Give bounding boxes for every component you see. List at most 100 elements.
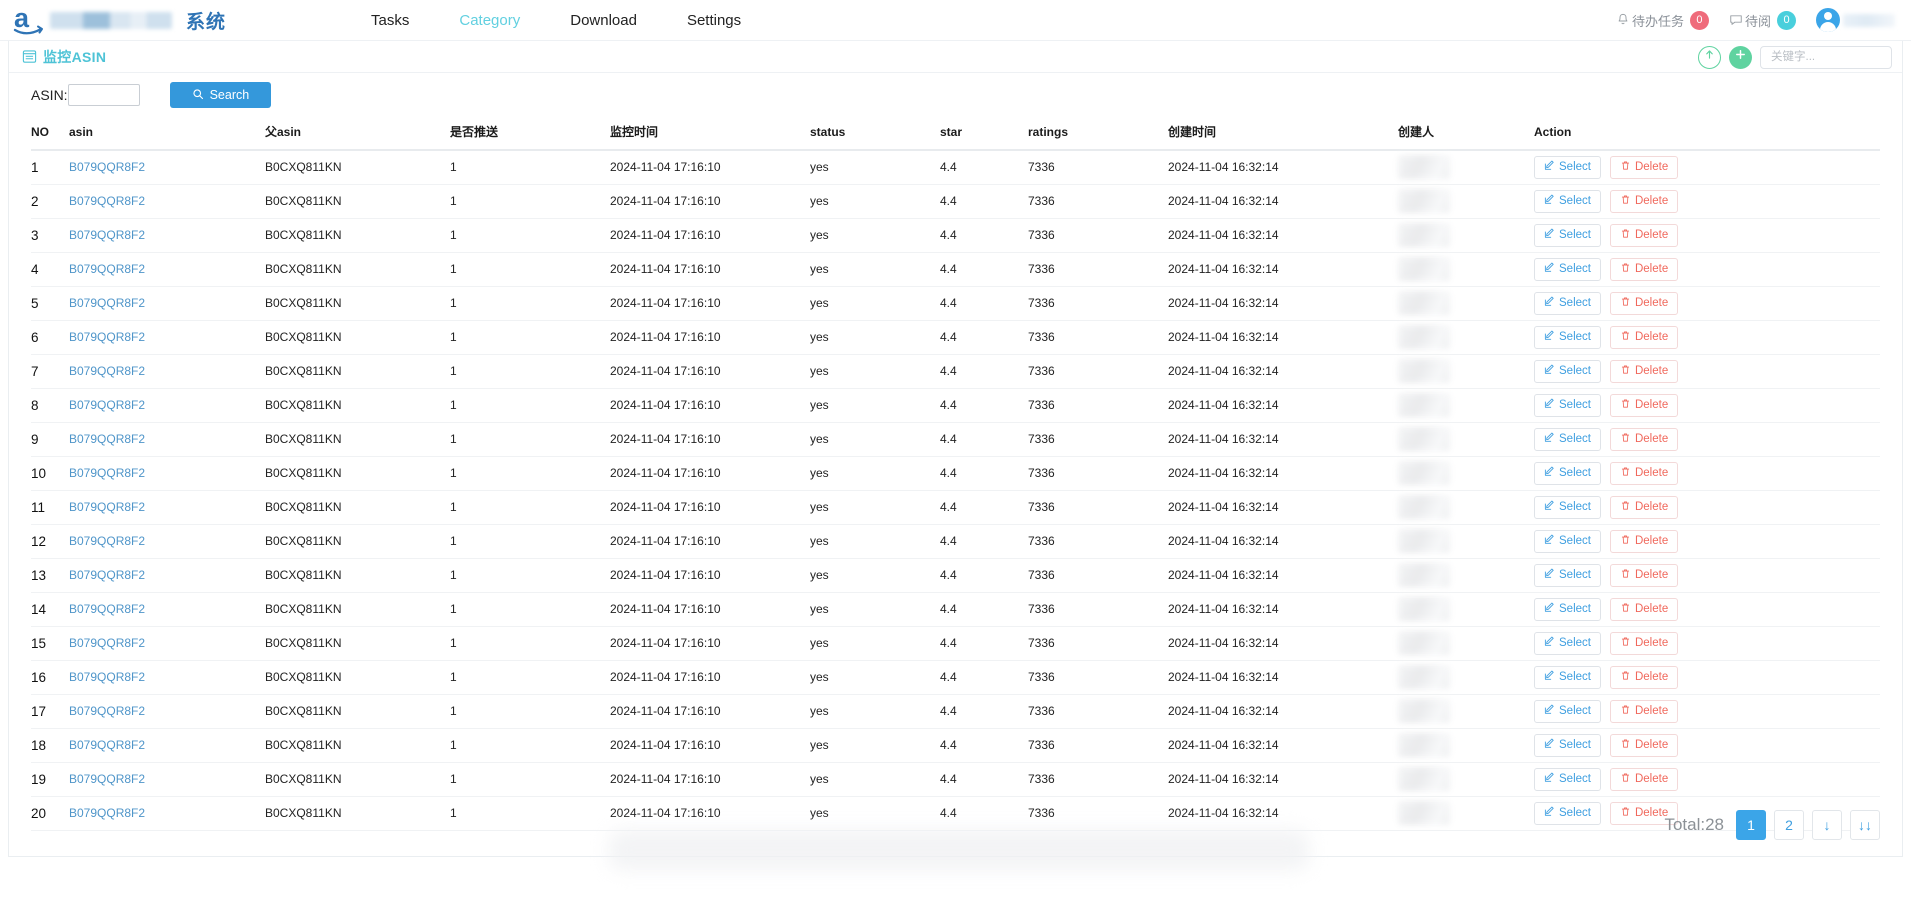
select-button[interactable]: Select (1534, 496, 1601, 519)
cell-asin-link[interactable]: B079QQR8F2 (69, 806, 145, 820)
add-button[interactable] (1729, 46, 1752, 69)
cell-asin-link[interactable]: B079QQR8F2 (69, 194, 145, 208)
select-button[interactable]: Select (1534, 428, 1601, 451)
cell-no: 12 (31, 534, 46, 549)
last-page-button[interactable]: ↓↓ (1850, 810, 1880, 840)
select-button[interactable]: Select (1534, 156, 1601, 179)
delete-button[interactable]: Delete (1610, 462, 1678, 485)
select-button[interactable]: Select (1534, 258, 1601, 281)
cell-create-time: 2024-11-04 16:32:14 (1168, 738, 1279, 752)
cell-asin-link[interactable]: B079QQR8F2 (69, 500, 145, 514)
table-cell: B0CXQ811KN (265, 150, 450, 184)
delete-button[interactable]: Delete (1610, 496, 1678, 519)
select-button[interactable]: Select (1534, 734, 1601, 757)
keyword-search-box[interactable] (1760, 46, 1892, 69)
table-cell: 2024-11-04 16:32:14 (1168, 422, 1398, 456)
select-button[interactable]: Select (1534, 326, 1601, 349)
nav-item-tasks[interactable]: Tasks (346, 0, 434, 41)
next-page-button[interactable]: ↓ (1812, 810, 1842, 840)
select-button[interactable]: Select (1534, 462, 1601, 485)
delete-button[interactable]: Delete (1610, 598, 1678, 621)
table-cell: 4 (31, 252, 69, 286)
user-menu[interactable] (1816, 8, 1895, 32)
select-button-label: Select (1559, 331, 1591, 343)
select-button[interactable]: Select (1534, 292, 1601, 315)
cell-asin-link[interactable]: B079QQR8F2 (69, 772, 145, 786)
nav-item-download[interactable]: Download (545, 0, 662, 41)
cell-parent-asin: B0CXQ811KN (265, 704, 341, 718)
nav-item-settings[interactable]: Settings (662, 0, 766, 41)
table-header-row: NO asin 父asin 是否推送 监控时间 status star rati… (31, 117, 1880, 150)
cell-asin-link[interactable]: B079QQR8F2 (69, 432, 145, 446)
select-button[interactable]: Select (1534, 360, 1601, 383)
edit-icon (1544, 364, 1555, 378)
select-button[interactable]: Select (1534, 632, 1601, 655)
cell-asin-link[interactable]: B079QQR8F2 (69, 228, 145, 242)
delete-button[interactable]: Delete (1610, 326, 1678, 349)
cell-asin-link[interactable]: B079QQR8F2 (69, 670, 145, 684)
cell-asin-link[interactable]: B079QQR8F2 (69, 296, 145, 310)
delete-button[interactable]: Delete (1610, 156, 1678, 179)
cell-asin-link[interactable]: B079QQR8F2 (69, 466, 145, 480)
cell-asin-link[interactable]: B079QQR8F2 (69, 704, 145, 718)
cell-asin-link[interactable]: B079QQR8F2 (69, 262, 145, 276)
select-button[interactable]: Select (1534, 224, 1601, 247)
cell-asin-link[interactable]: B079QQR8F2 (69, 568, 145, 582)
delete-button[interactable]: Delete (1610, 428, 1678, 451)
select-button[interactable]: Select (1534, 802, 1601, 825)
cell-asin-link[interactable]: B079QQR8F2 (69, 398, 145, 412)
table-cell: B0CXQ811KN (265, 252, 450, 286)
brand-logo[interactable]: a 系统 (0, 0, 226, 41)
page-button-2[interactable]: 2 (1774, 810, 1804, 840)
cell-push: 1 (450, 806, 457, 820)
cell-monitor-time: 2024-11-04 17:16:10 (610, 466, 721, 480)
table-cell-actions: Select Delete (1534, 524, 1880, 558)
delete-button[interactable]: Delete (1610, 224, 1678, 247)
cell-asin-link[interactable]: B079QQR8F2 (69, 602, 145, 616)
select-button[interactable]: Select (1534, 700, 1601, 723)
select-button[interactable]: Select (1534, 564, 1601, 587)
delete-button[interactable]: Delete (1610, 258, 1678, 281)
table-row: 12B079QQR8F2B0CXQ811KN12024-11-04 17:16:… (31, 524, 1880, 558)
delete-button[interactable]: Delete (1610, 292, 1678, 315)
cell-create-time: 2024-11-04 16:32:14 (1168, 432, 1279, 446)
asin-filter-input[interactable] (68, 84, 140, 106)
select-button[interactable]: Select (1534, 666, 1601, 689)
cell-create-time: 2024-11-04 16:32:14 (1168, 500, 1279, 514)
select-button[interactable]: Select (1534, 190, 1601, 213)
delete-button[interactable]: Delete (1610, 394, 1678, 417)
cell-asin-link[interactable]: B079QQR8F2 (69, 738, 145, 752)
unread-button[interactable]: 待阅 0 (1729, 11, 1796, 30)
delete-button[interactable]: Delete (1610, 564, 1678, 587)
select-button[interactable]: Select (1534, 530, 1601, 553)
cell-status: yes (810, 228, 829, 242)
delete-button[interactable]: Delete (1610, 190, 1678, 213)
cell-asin-link[interactable]: B079QQR8F2 (69, 636, 145, 650)
delete-button[interactable]: Delete (1610, 700, 1678, 723)
delete-button[interactable]: Delete (1610, 768, 1678, 791)
select-button[interactable]: Select (1534, 598, 1601, 621)
delete-button[interactable]: Delete (1610, 632, 1678, 655)
cell-status: yes (810, 636, 829, 650)
edit-icon (1544, 398, 1555, 412)
cell-asin-link[interactable]: B079QQR8F2 (69, 160, 145, 174)
delete-button[interactable]: Delete (1610, 360, 1678, 383)
cell-asin-link[interactable]: B079QQR8F2 (69, 330, 145, 344)
cell-asin-link[interactable]: B079QQR8F2 (69, 364, 145, 378)
upload-button[interactable] (1698, 46, 1721, 69)
page-button-1[interactable]: 1 (1736, 810, 1766, 840)
table-cell: 4.4 (940, 626, 1028, 660)
delete-button[interactable]: Delete (1610, 530, 1678, 553)
select-button[interactable]: Select (1534, 394, 1601, 417)
search-button[interactable]: Search (170, 82, 272, 108)
cell-ratings: 7336 (1028, 466, 1055, 480)
keyword-search-input[interactable] (1769, 50, 1911, 64)
nav-item-category[interactable]: Category (434, 0, 545, 41)
select-button[interactable]: Select (1534, 768, 1601, 791)
cell-asin-link[interactable]: B079QQR8F2 (69, 534, 145, 548)
cell-star: 4.4 (940, 364, 957, 378)
todo-tasks-button[interactable]: 待办任务 0 (1616, 11, 1709, 30)
delete-button[interactable]: Delete (1610, 734, 1678, 757)
cell-parent-asin: B0CXQ811KN (265, 432, 341, 446)
delete-button[interactable]: Delete (1610, 666, 1678, 689)
